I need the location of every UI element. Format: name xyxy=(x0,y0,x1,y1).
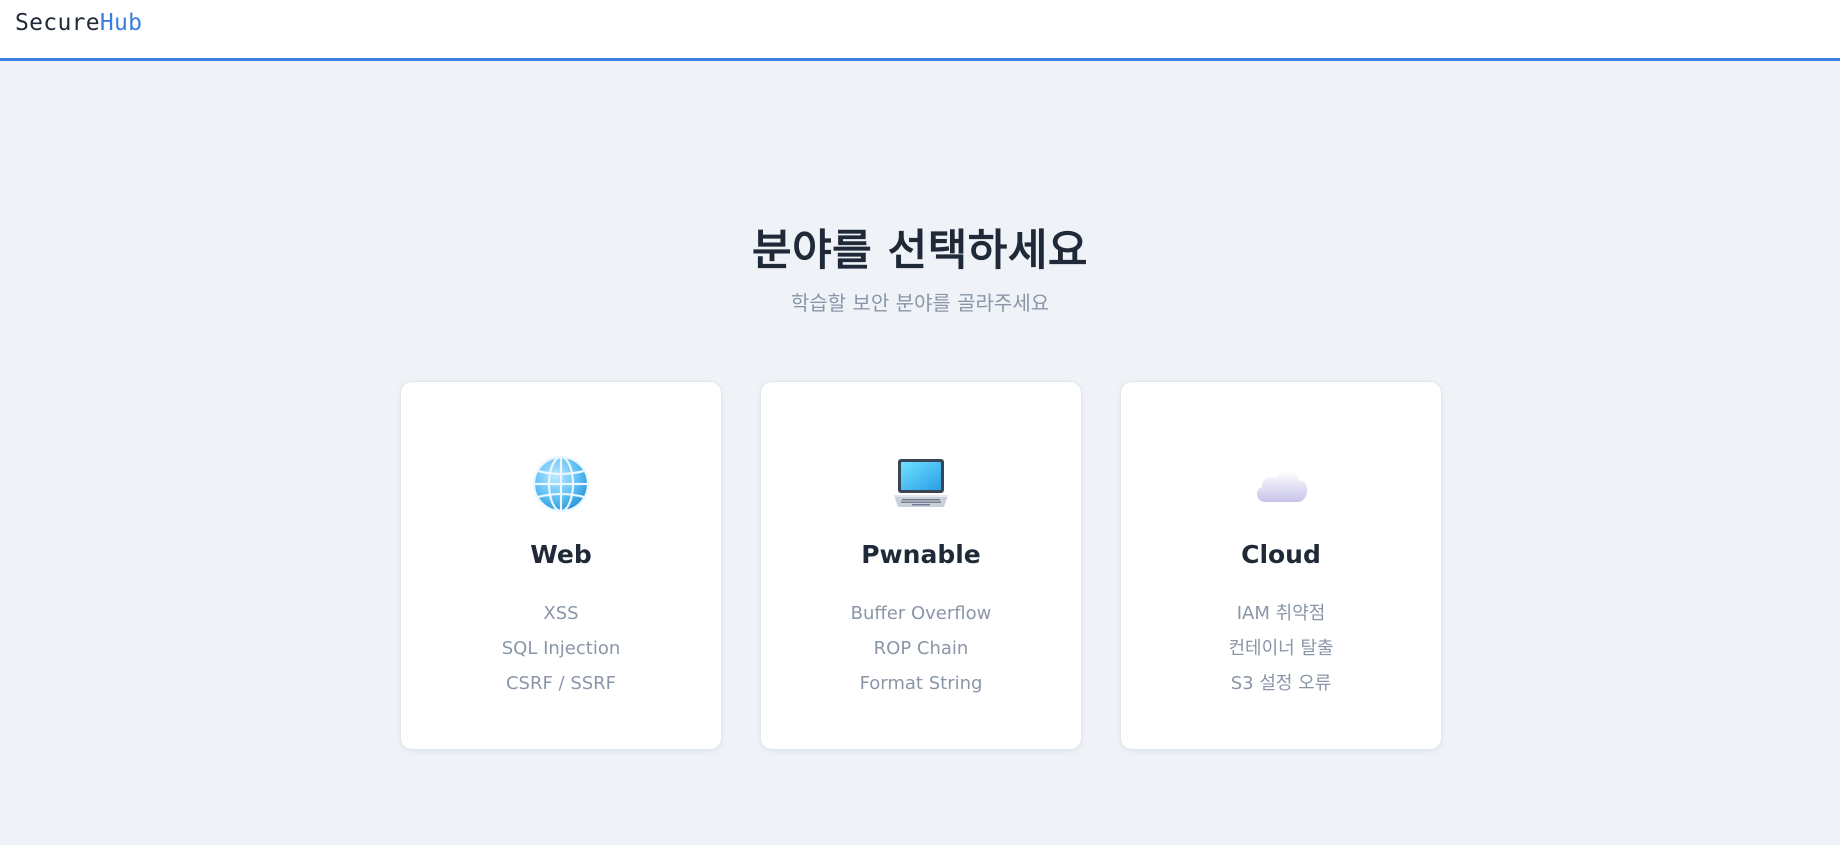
topic-item: Format String xyxy=(859,673,983,694)
page-title: 분야를 선택하세요 xyxy=(752,226,1088,276)
category-card-web[interactable]: Web XSS SQL Injection CSRF / SSRF xyxy=(400,381,722,750)
topic-item: IAM 취약점 xyxy=(1236,603,1326,624)
logo-hub-text: Hub xyxy=(99,10,143,36)
logo-secure-text: Secure xyxy=(15,10,100,36)
card-title: Web xyxy=(530,540,592,569)
topic-list: Buffer Overflow ROP Chain Format String xyxy=(761,596,1081,701)
topic-item: Buffer Overflow xyxy=(850,603,992,624)
topic-list: XSS SQL Injection CSRF / SSRF xyxy=(401,596,721,701)
topic-item: CSRF / SSRF xyxy=(505,673,617,694)
topic-item: 컨테이너 탈출 xyxy=(1228,638,1334,659)
globe-icon xyxy=(401,454,721,514)
topic-item: ROP Chain xyxy=(873,638,969,659)
topic-item: SQL Injection xyxy=(501,638,621,659)
logo[interactable]: SecureHub xyxy=(15,10,142,36)
card-title: Cloud xyxy=(1241,540,1321,569)
top-navbar: SecureHub xyxy=(0,0,1840,61)
topic-list: IAM 취약점 컨테이너 탈출 S3 설정 오류 xyxy=(1121,596,1441,701)
laptop-icon xyxy=(761,454,1081,514)
page-subtitle: 학습할 보안 분야를 골라주세요 xyxy=(790,291,1050,315)
cloud-icon xyxy=(1121,454,1441,514)
category-card-pwnable[interactable]: Pwnable Buffer Overflow ROP Chain Format… xyxy=(760,381,1082,750)
card-title: Pwnable xyxy=(861,540,981,569)
topic-item: S3 설정 오류 xyxy=(1230,673,1332,694)
topic-item: XSS xyxy=(543,603,579,624)
category-card-cloud[interactable]: Cloud IAM 취약점 컨테이너 탈출 S3 설정 오류 xyxy=(1120,381,1442,750)
